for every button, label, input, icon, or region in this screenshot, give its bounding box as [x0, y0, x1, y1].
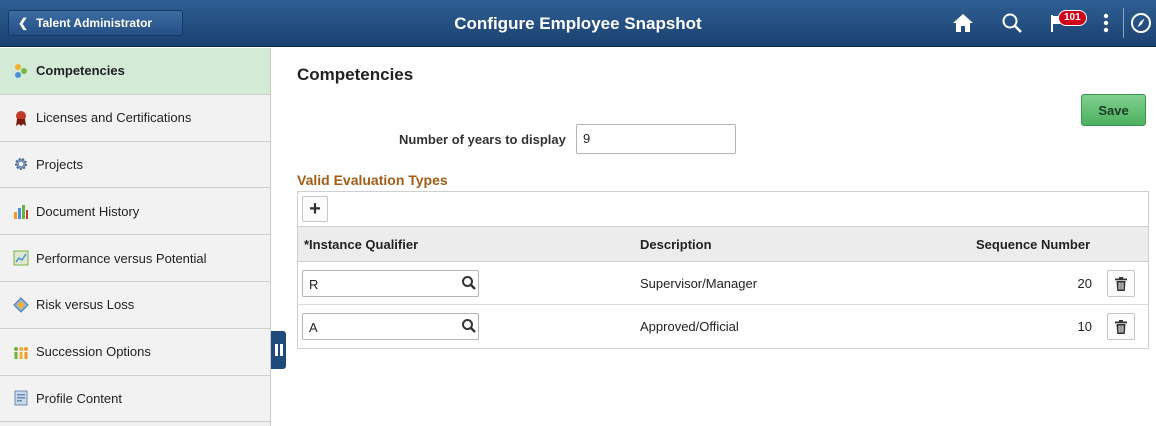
lookup-search-icon[interactable]: [461, 318, 477, 334]
sidebar-item-label: Projects: [36, 156, 83, 172]
back-button[interactable]: ❮ Talent Administrator: [8, 10, 183, 36]
trash-icon: [1115, 319, 1127, 334]
gear-icon: [12, 155, 30, 173]
chevron-left-icon: ❮: [18, 16, 29, 30]
sidebar-item-risk-loss[interactable]: Risk versus Loss: [0, 281, 270, 329]
qualifier-input[interactable]: R: [302, 270, 479, 297]
table-row: R Supervisor/Manager 20: [298, 262, 1148, 305]
sidebar-item-label: Profile Content: [36, 390, 122, 406]
description-cell: Supervisor/Manager: [640, 276, 758, 291]
sidebar-item-licenses[interactable]: Licenses and Certifications: [0, 94, 270, 142]
people-icon: [12, 343, 30, 361]
years-label: Number of years to display: [399, 132, 566, 147]
sidebar-item-projects[interactable]: Projects: [0, 141, 270, 189]
header-bar: ❮ Talent Administrator Configure Employe…: [0, 0, 1156, 47]
matrix-icon: [12, 249, 30, 267]
home-icon[interactable]: [950, 10, 976, 36]
save-button[interactable]: Save: [1081, 94, 1146, 126]
sidebar-item-profile-content[interactable]: Profile Content: [0, 375, 270, 423]
document-icon: [12, 389, 30, 407]
sidebar-item-performance-potential[interactable]: Performance versus Potential: [0, 235, 270, 282]
grid-toolbar: +: [298, 192, 1148, 227]
column-header-qualifier: *Instance Qualifier: [304, 237, 419, 252]
search-icon[interactable]: [999, 10, 1025, 36]
delete-row-button[interactable]: [1107, 313, 1135, 340]
ribbon-icon: [12, 109, 30, 127]
trash-icon: [1115, 276, 1127, 291]
column-header-sequence: Sequence Number: [976, 237, 1091, 252]
qualifier-value: R: [309, 277, 319, 292]
table-row: A Approved/Official 10: [298, 305, 1148, 348]
section-title: Competencies: [297, 65, 414, 84]
qualifier-input[interactable]: A: [302, 313, 479, 340]
grid-header: *Instance Qualifier Description Sequence…: [298, 227, 1148, 262]
sidebar-item-label: Competencies: [36, 63, 125, 79]
sidebar-item-succession-options[interactable]: Succession Options: [0, 328, 270, 376]
sidebar-item-document-history[interactable]: Document History: [0, 188, 270, 236]
evaluation-types-grid: + *Instance Qualifier Description Sequen…: [297, 191, 1149, 349]
years-input[interactable]: 9: [576, 124, 736, 154]
description-cell: Approved/Official: [640, 319, 739, 334]
add-row-button[interactable]: +: [302, 196, 328, 222]
grid-title: Valid Evaluation Types: [297, 172, 448, 188]
lookup-search-icon[interactable]: [461, 275, 477, 291]
sidebar: Competencies Licenses and Certifications…: [0, 48, 271, 426]
kebab-menu-icon[interactable]: [1096, 10, 1116, 36]
sidebar-item-label: Document History: [36, 203, 140, 219]
notification-badge: 101: [1058, 10, 1087, 26]
sequence-cell[interactable]: 10: [1078, 319, 1092, 334]
pause-bar-icon: [274, 344, 278, 356]
qualifier-value: A: [309, 320, 318, 335]
diamond-icon: [12, 296, 30, 314]
column-header-description: Description: [640, 237, 712, 252]
sidebar-item-label: Performance versus Potential: [36, 250, 207, 266]
sidebar-item-label: Succession Options: [36, 344, 151, 360]
sequence-cell[interactable]: 20: [1078, 276, 1092, 291]
notifications-flag-icon[interactable]: 101: [1045, 10, 1095, 36]
sidebar-item-label: Licenses and Certifications: [36, 110, 192, 126]
sidebar-item-label: Risk versus Loss: [36, 297, 135, 313]
back-button-label: Talent Administrator: [36, 16, 153, 30]
pause-bar-icon: [279, 344, 283, 356]
competencies-icon: [12, 62, 30, 80]
sidebar-collapse-handle[interactable]: [271, 331, 286, 369]
delete-row-button[interactable]: [1107, 270, 1135, 297]
sidebar-item-competencies[interactable]: Competencies: [0, 48, 270, 95]
bar-chart-icon: [12, 202, 30, 220]
navbar-compass-icon[interactable]: [1128, 10, 1154, 36]
header-divider: [1123, 8, 1124, 38]
